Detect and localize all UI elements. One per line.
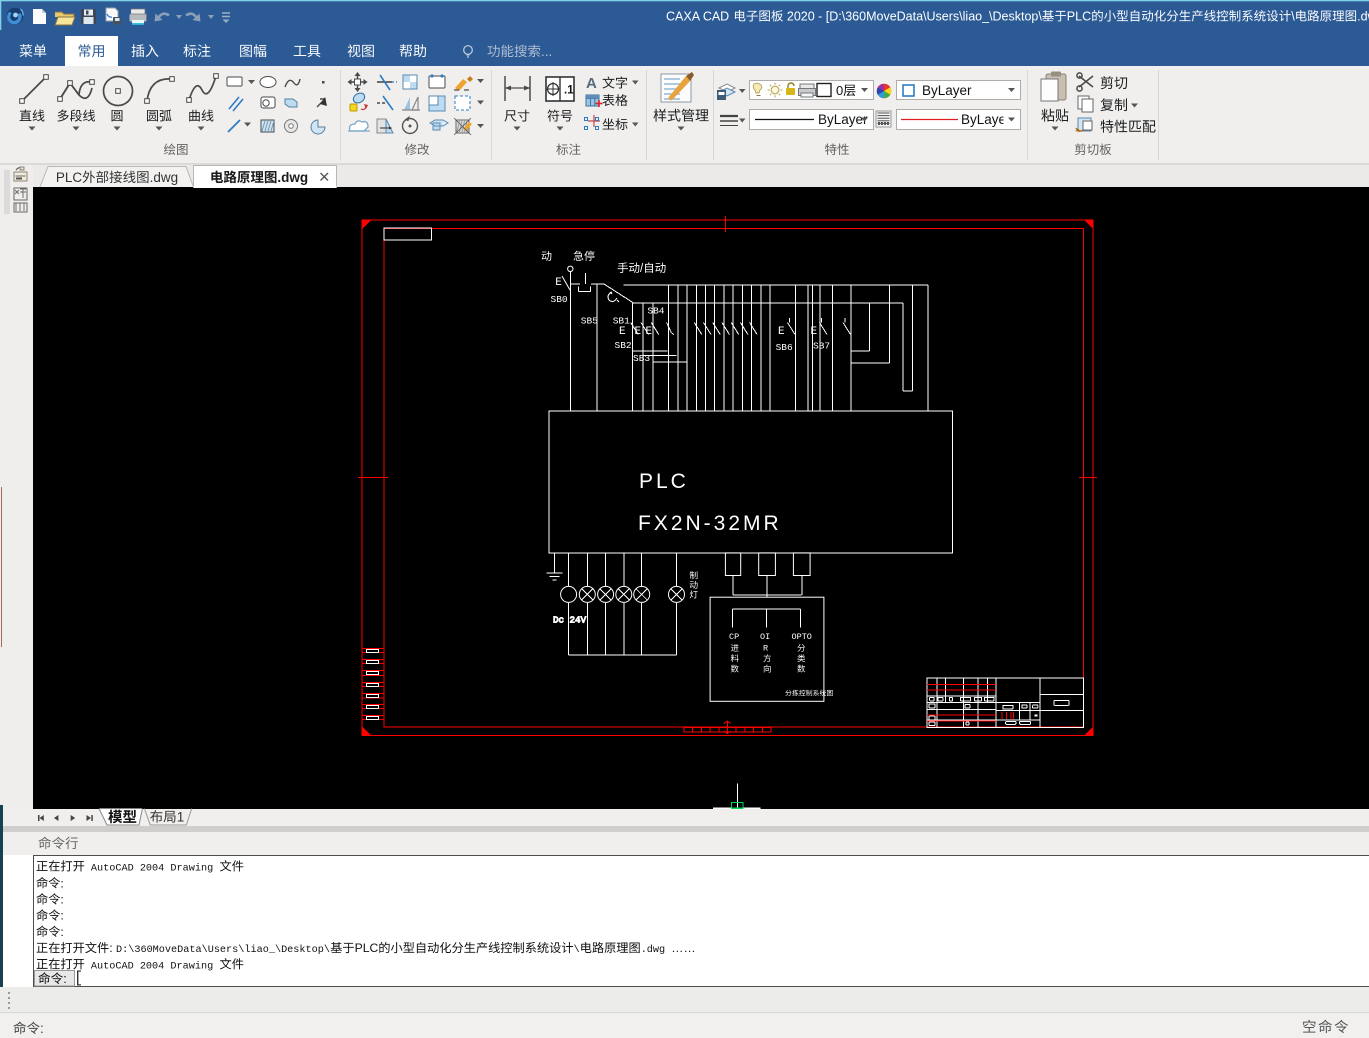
svg-text:\: \ bbox=[574, 944, 580, 956]
svg-text::: : bbox=[60, 876, 63, 890]
svg-text::: : bbox=[109, 941, 116, 955]
svg-text:SB5: SB5 bbox=[581, 316, 598, 327]
svg-text:\: \ bbox=[1291, 10, 1295, 24]
svg-text:SB0: SB0 bbox=[551, 294, 568, 305]
svg-text:……: …… bbox=[671, 941, 695, 955]
svg-text::: : bbox=[40, 1021, 44, 1036]
svg-text:SB7: SB7 bbox=[813, 341, 830, 352]
svg-text:R: R bbox=[763, 644, 768, 654]
svg-text::: : bbox=[63, 972, 66, 986]
svg-text:ByLaye: ByLaye bbox=[961, 112, 1006, 127]
svg-text:E: E bbox=[555, 277, 562, 289]
svg-text:.dwg: .dwg bbox=[641, 944, 672, 956]
svg-text:1: 1 bbox=[177, 810, 185, 825]
svg-text:ByLayer: ByLayer bbox=[818, 112, 868, 127]
svg-text:SB2: SB2 bbox=[615, 340, 632, 351]
svg-text:PLC: PLC bbox=[56, 170, 83, 185]
svg-text:E: E bbox=[619, 326, 626, 338]
svg-text:ByLayer: ByLayer bbox=[922, 83, 972, 98]
svg-text:PLC: PLC bbox=[639, 470, 689, 493]
svg-text:CP: CP bbox=[729, 632, 739, 642]
svg-text:Dc 24V: Dc 24V bbox=[553, 615, 587, 626]
svg-text:SB1: SB1 bbox=[613, 316, 630, 327]
svg-text:AutoCAD 2004 Drawing: AutoCAD 2004 Drawing bbox=[85, 960, 220, 972]
svg-text:AutoCAD 2004 Drawing: AutoCAD 2004 Drawing bbox=[85, 863, 220, 875]
svg-text:.dw: .dw bbox=[1357, 10, 1369, 24]
svg-text:...: ... bbox=[541, 44, 552, 59]
svg-text:.dwg: .dwg bbox=[150, 170, 179, 185]
svg-text:OI: OI bbox=[760, 632, 770, 642]
svg-text:.1: .1 bbox=[564, 85, 574, 97]
svg-text::: : bbox=[60, 925, 63, 939]
svg-text:OPTO: OPTO bbox=[792, 632, 812, 642]
svg-text:0: 0 bbox=[836, 83, 843, 98]
svg-text:E: E bbox=[646, 326, 653, 338]
svg-text:D:\360MoveData\Users\liao_\Des: D:\360MoveData\Users\liao_\Desktop\ bbox=[116, 944, 330, 956]
svg-text:FX2N-32MR: FX2N-32MR bbox=[638, 512, 782, 535]
svg-text:SB3: SB3 bbox=[633, 353, 650, 364]
svg-text:E: E bbox=[811, 326, 818, 338]
svg-text:A: A bbox=[586, 75, 597, 92]
svg-text:2020 - [D:\360MoveData\Users\l: 2020 - [D:\360MoveData\Users\liao_\Deskt… bbox=[783, 10, 1042, 24]
svg-text::: : bbox=[60, 893, 63, 907]
svg-text:PLC: PLC bbox=[355, 941, 379, 955]
svg-text:E: E bbox=[778, 326, 785, 338]
svg-text::: : bbox=[60, 909, 63, 923]
svg-text:E: E bbox=[635, 326, 642, 338]
svg-text:PLC: PLC bbox=[1067, 10, 1091, 24]
svg-text:SB4: SB4 bbox=[647, 306, 664, 317]
svg-text:CAXA CAD: CAXA CAD bbox=[666, 10, 733, 24]
svg-text:.dwg: .dwg bbox=[277, 170, 308, 185]
svg-text:SB6: SB6 bbox=[776, 342, 793, 353]
